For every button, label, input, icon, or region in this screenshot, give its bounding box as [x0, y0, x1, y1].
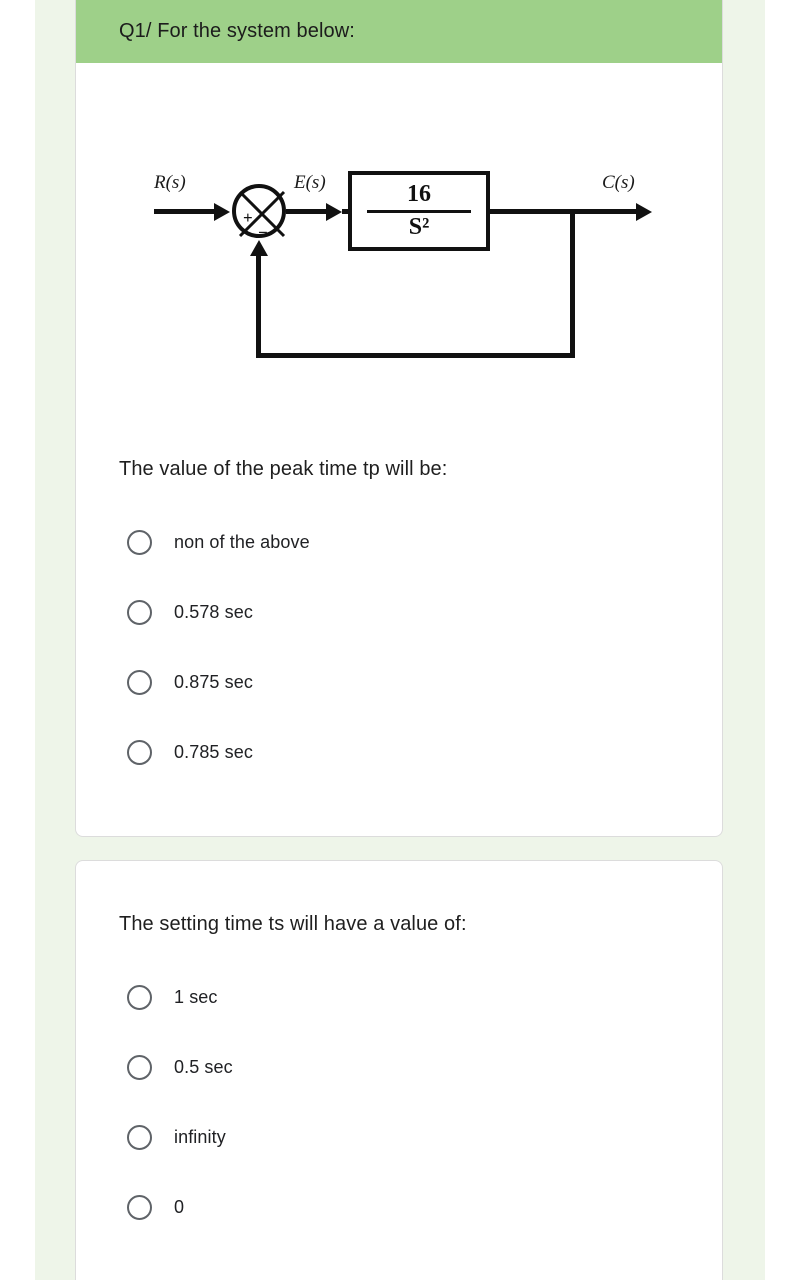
summing-junction: + − [232, 184, 286, 242]
block-diagram: R(s) + − E(s) 16 S² C(s) [136, 158, 696, 388]
radio-button-icon[interactable] [127, 739, 152, 765]
question-text-peak-time: The value of the peak time tp will be: [119, 458, 448, 480]
option-row-0875-sec[interactable]: 0.875 sec [119, 647, 679, 717]
option-row-1-sec[interactable]: 1 sec [119, 962, 679, 1032]
radio-button-icon[interactable] [127, 529, 152, 555]
option-label: infinity [174, 1126, 226, 1147]
question-text-settling-time: The setting time ts will have a value of… [119, 913, 467, 935]
diagram-label-input: R(s) [154, 172, 186, 193]
option-label: non of the above [174, 531, 310, 552]
option-row-0578-sec[interactable]: 0.578 sec [119, 577, 679, 647]
transfer-function-block: 16 S² [348, 171, 490, 251]
option-label: 0.5 sec [174, 1056, 233, 1077]
question-card-peak-time: Q1/ For the system below: R(s) + − E(s) … [75, 0, 723, 837]
option-label: 0.875 sec [174, 671, 253, 692]
summing-junction-minus-sign: − [258, 223, 268, 242]
options-list-peak-time: non of the above 0.578 sec 0.875 sec 0.7… [119, 507, 679, 787]
option-row-none-of-the-above[interactable]: non of the above [119, 507, 679, 577]
question-body-peak-time: The value of the peak time tp will be: n… [76, 438, 722, 787]
summing-junction-plus-sign: + [243, 208, 253, 227]
option-label: 0 [174, 1196, 185, 1217]
option-row-infinity[interactable]: infinity [119, 1102, 679, 1172]
radio-button-icon[interactable] [127, 1194, 152, 1220]
page-root: Q1/ For the system below: R(s) + − E(s) … [0, 0, 798, 1280]
option-row-zero[interactable]: 0 [119, 1172, 679, 1242]
fraction-bar [367, 209, 471, 213]
diagram-label-error: E(s) [294, 172, 326, 193]
feedback-arrowhead [250, 240, 268, 256]
radio-button-icon[interactable] [127, 1124, 152, 1150]
radio-button-icon[interactable] [127, 1054, 152, 1080]
radio-button-icon[interactable] [127, 984, 152, 1010]
input-arrowhead [214, 203, 230, 221]
feedback-line-horizontal [256, 353, 575, 358]
option-row-0785-sec[interactable]: 0.785 sec [119, 717, 679, 787]
transfer-function-numerator: 16 [407, 181, 431, 208]
question-card-settling-time: The setting time ts will have a value of… [75, 860, 723, 1280]
option-label: 0.785 sec [174, 741, 253, 762]
page-title: Q1/ For the system below: [119, 20, 355, 42]
option-label: 1 sec [174, 986, 218, 1007]
question-body-settling-time: The setting time ts will have a value of… [76, 861, 722, 1242]
diagram-label-output: C(s) [602, 172, 635, 193]
radio-button-icon[interactable] [127, 599, 152, 625]
radio-button-icon[interactable] [127, 669, 152, 695]
output-signal-line [490, 209, 642, 214]
transfer-function-denominator: S² [408, 213, 430, 240]
question-header-banner: Q1/ For the system below: [76, 0, 722, 63]
option-label: 0.578 sec [174, 601, 253, 622]
feedback-line-vertical-right [570, 209, 575, 358]
options-list-settling-time: 1 sec 0.5 sec infinity 0 [119, 962, 679, 1242]
vertical-scrollbar[interactable] [35, 0, 79, 1280]
output-arrowhead [636, 203, 652, 221]
block-diagram-container: R(s) + − E(s) 16 S² C(s) [76, 63, 722, 438]
option-row-05-sec[interactable]: 0.5 sec [119, 1032, 679, 1102]
input-signal-line [154, 209, 216, 214]
feedback-line-vertical-left [256, 254, 261, 354]
transfer-function-fraction: 16 S² [352, 175, 486, 247]
error-arrowhead [326, 203, 342, 221]
